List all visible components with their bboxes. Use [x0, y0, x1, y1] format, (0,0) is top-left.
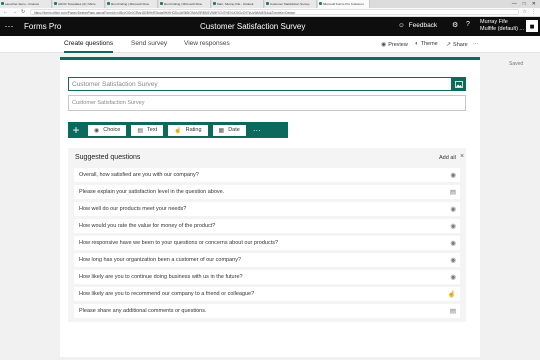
browser-extensions: ☆ ⋮ — [519, 9, 540, 15]
help-icon[interactable]: ? — [466, 21, 470, 28]
close-icon[interactable]: ✕ — [532, 1, 536, 8]
app-name[interactable]: Forms Pro — [24, 22, 61, 31]
suggested-questions-panel: Suggested questions Add all × Overall, h… — [68, 148, 466, 322]
user-info[interactable]: Murray Fife Mulfife (default) ... — [480, 19, 524, 33]
radio-icon: ◉ — [450, 223, 456, 230]
image-icon — [455, 80, 463, 88]
close-icon[interactable]: × — [460, 153, 464, 160]
browser-address-row: ← → ↻ https://forms.office.com/Pages/Des… — [0, 8, 540, 17]
tab-favicon — [54, 2, 57, 5]
palette-icon: ◐ — [415, 41, 419, 47]
tab-favicon — [1, 2, 4, 5]
text-icon: ▤ — [449, 189, 456, 196]
add-text-button[interactable]: ▤ Text — [130, 123, 165, 137]
refresh-icon[interactable]: ↻ — [21, 9, 25, 15]
star-icon[interactable]: ☆ — [523, 9, 527, 15]
feedback-button[interactable]: ☺ Feedback — [398, 22, 437, 29]
preview-button[interactable]: ◉ Preview — [381, 41, 408, 49]
menu-icon[interactable]: ⋮ — [531, 9, 536, 15]
suggested-question[interactable]: Please share any additional comments or … — [74, 304, 460, 318]
form-description-input[interactable]: Customer Satisfaction Survey — [68, 95, 466, 111]
add-all-button[interactable]: Add all — [439, 155, 456, 161]
share-icon: ↗ — [446, 42, 452, 48]
calendar-icon: ▦ — [218, 127, 225, 134]
radio-icon: ◉ — [450, 206, 456, 213]
suggested-question[interactable]: How would you rate the value for money o… — [74, 219, 460, 233]
sub-navigation: Create questions Send survey View respon… — [0, 36, 540, 53]
thumb-icon: ☝ — [447, 291, 456, 298]
tab-favicon — [266, 2, 269, 5]
browser-tab[interactable]: Mail - Murray Fife - Outlook — [212, 0, 264, 8]
radio-icon: ◉ — [450, 274, 456, 281]
browser-tab[interactable]: Customer Satisfaction Survey — [265, 0, 317, 8]
browser-tab[interactable]: Launcher demo - Finance — [0, 0, 52, 8]
minimize-icon[interactable]: — — [512, 1, 517, 8]
suggested-question[interactable]: How well do our products meet your needs… — [74, 202, 460, 216]
browser-tab[interactable]: Run Finding | Microsoft Flow — [106, 0, 158, 8]
add-date-button[interactable]: ▦ Date — [211, 123, 247, 137]
browser-tab-bar: Launcher demo - Finance UDOC Templates (… — [0, 0, 540, 8]
app-launcher-icon[interactable]: ⋯ — [0, 17, 18, 36]
share-button[interactable]: ↗ Share — [446, 41, 468, 49]
avatar[interactable]: ■ — [526, 20, 538, 32]
suggested-questions-title: Suggested questions — [75, 154, 141, 161]
add-rating-button[interactable]: ☝ Rating — [167, 123, 209, 137]
theme-button[interactable]: ◐ Theme — [415, 41, 438, 47]
insert-image-button[interactable] — [452, 77, 466, 91]
browser-tab[interactable]: Run Finding | Microsoft Flow — [159, 0, 211, 8]
more-options-button[interactable]: ··· — [473, 41, 479, 47]
browser-nav: ← → ↻ — [0, 9, 30, 15]
document-title: Customer Satisfaction Survey — [200, 22, 306, 31]
tab-favicon — [107, 2, 110, 5]
tab-favicon — [319, 2, 322, 5]
radio-icon: ◉ — [450, 240, 456, 247]
feedback-icon: ☺ — [398, 22, 405, 29]
tab-send-survey[interactable]: Send survey — [131, 40, 167, 47]
suggested-question[interactable]: Please explain your satisfaction level i… — [74, 185, 460, 199]
suggested-question[interactable]: How likely are you to continue doing bus… — [74, 270, 460, 284]
address-bar[interactable]: https://forms.office.com/Pages/DesignPag… — [30, 9, 519, 15]
back-icon[interactable]: ← — [3, 9, 8, 15]
thumb-icon: ☝ — [174, 127, 182, 134]
settings-icon[interactable]: ⚙ — [452, 21, 458, 29]
forward-icon[interactable]: → — [12, 9, 17, 15]
saved-status: Saved — [509, 61, 524, 67]
radio-icon: ◉ — [450, 257, 456, 264]
tab-view-responses[interactable]: View responses — [184, 40, 230, 47]
text-icon: ▤ — [137, 127, 144, 134]
add-choice-button[interactable]: ◉ Choice — [87, 123, 128, 137]
radio-icon: ◉ — [94, 127, 100, 134]
suggested-question[interactable]: How responsive have we been to your ques… — [74, 236, 460, 250]
suggested-question[interactable]: How long has your organization been a cu… — [74, 253, 460, 267]
window-controls: — □ ✕ — [512, 0, 540, 8]
suggested-question[interactable]: Overall, how satisfied are you with our … — [74, 168, 460, 182]
tab-favicon — [213, 2, 216, 5]
suggested-question-list: Overall, how satisfied are you with our … — [74, 168, 460, 321]
plus-icon: + — [72, 123, 80, 137]
eye-icon: ◉ — [381, 42, 387, 48]
form-title-input[interactable]: Customer Satisfaction Survey — [68, 77, 452, 91]
radio-icon: ◉ — [450, 172, 456, 179]
more-question-types-button[interactable]: ··· — [253, 126, 261, 135]
text-icon: ▤ — [449, 308, 456, 315]
app-header: ⋯ Forms Pro Customer Satisfaction Survey… — [0, 17, 540, 36]
add-question-button[interactable]: + — [68, 122, 84, 138]
browser-tab[interactable]: UDOC Templates (3) | Micro — [53, 0, 105, 8]
tab-favicon — [160, 2, 163, 5]
tab-create-questions[interactable]: Create questions — [64, 40, 114, 53]
maximize-icon[interactable]: □ — [523, 1, 526, 8]
add-question-bar: + ◉ Choice ▤ Text ☝ Rating ▦ Date ··· — [68, 122, 288, 138]
suggested-question[interactable]: How likely are you to recommend our comp… — [74, 287, 460, 301]
browser-tab-active[interactable]: Microsoft Forms Pro Customer — [318, 0, 370, 8]
